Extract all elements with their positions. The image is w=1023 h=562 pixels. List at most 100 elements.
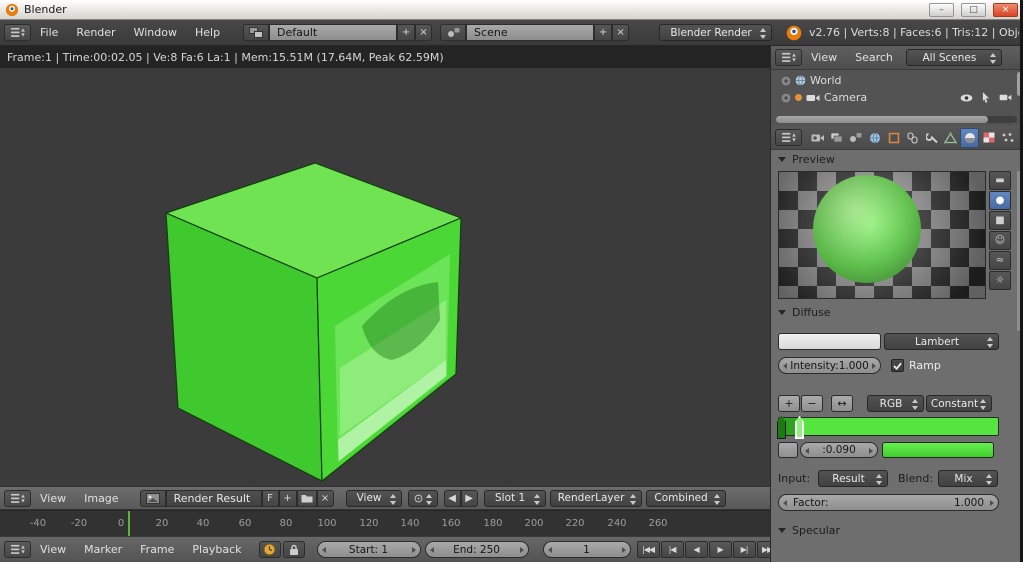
editor-type-button-image[interactable] [4,490,31,507]
preview-world-button[interactable]: ☼ [989,271,1011,290]
preview-hair-button[interactable]: ≈ [989,251,1011,270]
menu-image[interactable]: Image [75,492,127,505]
tab-modifiers[interactable] [922,128,941,148]
tab-scene[interactable] [846,128,865,148]
editor-type-button-outliner[interactable] [775,49,802,66]
view-mode-dropdown[interactable]: View [346,490,402,507]
menu-marker[interactable]: Marker [75,543,131,556]
current-frame-indicator[interactable] [128,511,130,537]
play-reverse-button[interactable]: ◀ [685,541,708,558]
render-pass-dropdown[interactable]: Combined [646,490,726,507]
screen-layout-add-button[interactable]: + [397,24,415,41]
ramp-input-dropdown[interactable]: Result [818,470,888,487]
diffuse-color-swatch[interactable] [778,333,881,350]
render-toggle-camera-icon[interactable] [999,93,1012,102]
slot-dropdown[interactable]: Slot 1 [484,490,546,507]
next-slot-button[interactable]: ▶ [461,490,478,507]
scene-add-button[interactable]: + [594,24,612,41]
outliner-item-world[interactable]: World [771,72,1023,89]
specular-panel-header[interactable]: Specular [778,524,840,537]
scene-delete-button[interactable]: × [612,24,629,41]
tab-constraints[interactable] [903,128,922,148]
previous-slot-button[interactable]: ◀ [444,490,461,507]
preview-monkey-button[interactable]: ☺ [989,231,1011,250]
preview-panel-header[interactable]: Preview [778,153,835,166]
jump-to-start-button[interactable]: |◀◀ [637,541,660,558]
open-image-button[interactable] [297,490,317,507]
preview-flat-button[interactable]: ▬ [989,171,1011,190]
new-image-button[interactable]: + [279,490,297,507]
ramp-position-field[interactable]: :0.090 [800,442,878,458]
ramp-blend-dropdown[interactable]: Mix [938,470,998,487]
render-engine-dropdown[interactable]: Blender Render [659,24,772,41]
preview-cube-button[interactable]: ■ [989,211,1011,230]
render-layer-dropdown[interactable]: RenderLayer [550,490,642,507]
ramp-checkbox[interactable] [891,359,904,372]
preview-sphere-button[interactable]: ● [989,191,1011,210]
scene-browse-button[interactable] [440,24,466,41]
outliner-filter-dropdown[interactable]: All Scenes [906,49,1002,66]
menu-window[interactable]: Window [125,26,186,39]
menu-render[interactable]: Render [67,26,124,39]
ramp-stop-handle[interactable] [777,416,786,439]
preview-range-button[interactable] [259,541,281,558]
intensity-slider[interactable]: Intensity:1.000 [778,357,881,374]
screen-layout-delete-button[interactable]: × [415,24,432,41]
outliner-item-camera[interactable]: Camera [771,89,1023,106]
editor-type-button-info[interactable] [4,24,31,41]
play-button[interactable]: ▶ [709,541,732,558]
menu-view[interactable]: View [31,543,75,556]
image-editor-viewport[interactable] [0,68,770,486]
frame-end-field[interactable]: End: 250 [425,541,529,558]
menu-file[interactable]: File [31,26,67,39]
close-button[interactable]: × [993,3,1018,17]
menu-view[interactable]: View [31,492,75,505]
timeline-ruler[interactable]: -40 -20 0 20 40 60 80 100 120 140 160 18… [0,510,770,536]
lock-button[interactable] [283,541,305,558]
color-ramp-gradient[interactable] [778,417,999,436]
ramp-stop-handle-selected[interactable] [795,416,804,439]
current-frame-field[interactable]: 1 [543,541,631,558]
ramp-add-stop-button[interactable]: + [778,395,800,412]
unlink-image-button[interactable]: × [317,490,334,507]
cursor-select-icon[interactable] [982,92,990,103]
tab-world[interactable] [865,128,884,148]
minimize-button[interactable]: – [929,3,954,17]
ramp-remove-stop-button[interactable]: − [801,395,823,412]
tab-render-layers[interactable] [827,128,846,148]
outliner-horizontal-scrollbar[interactable] [776,116,1017,123]
expand-icon[interactable] [781,76,791,86]
image-browse-button[interactable] [140,490,166,507]
editor-type-button-timeline[interactable] [4,541,31,558]
fake-user-button[interactable]: F [262,490,279,507]
ramp-stop-color-swatch[interactable] [882,442,994,458]
factor-slider[interactable]: Factor: 1.000 [778,494,999,511]
tab-texture[interactable] [979,128,998,148]
menu-view[interactable]: View [802,51,846,64]
frame-start-field[interactable]: Start: 1 [317,541,421,558]
menu-search[interactable]: Search [846,51,902,64]
editor-type-button-properties[interactable] [775,129,802,146]
tab-particles[interactable] [998,128,1017,148]
tab-material[interactable] [960,128,979,148]
menu-playback[interactable]: Playback [183,543,250,556]
ramp-color-mode-dropdown[interactable]: RGB [867,395,924,412]
image-name-field[interactable]: Render Result [166,490,262,507]
ramp-stop-stepper-button[interactable] [778,442,798,458]
screen-layout-name-field[interactable]: Default [269,24,397,41]
screen-layout-browse-button[interactable] [243,24,269,41]
tab-render[interactable] [808,128,827,148]
menu-frame[interactable]: Frame [131,543,183,556]
ramp-interpolation-dropdown[interactable]: Constant [926,395,992,412]
menu-help[interactable]: Help [186,26,229,39]
pivot-dropdown[interactable] [408,490,438,507]
diffuse-panel-header[interactable]: Diffuse [778,306,831,319]
eye-icon[interactable] [960,94,973,102]
ramp-flip-button[interactable]: ↔ [831,395,853,412]
maximize-button[interactable]: □ [961,3,986,17]
tab-object-data[interactable] [941,128,960,148]
shader-dropdown[interactable]: Lambert [884,333,999,350]
scrollbar-thumb[interactable] [776,116,988,123]
expand-icon[interactable] [781,93,791,103]
scene-name-field[interactable]: Scene [466,24,594,41]
